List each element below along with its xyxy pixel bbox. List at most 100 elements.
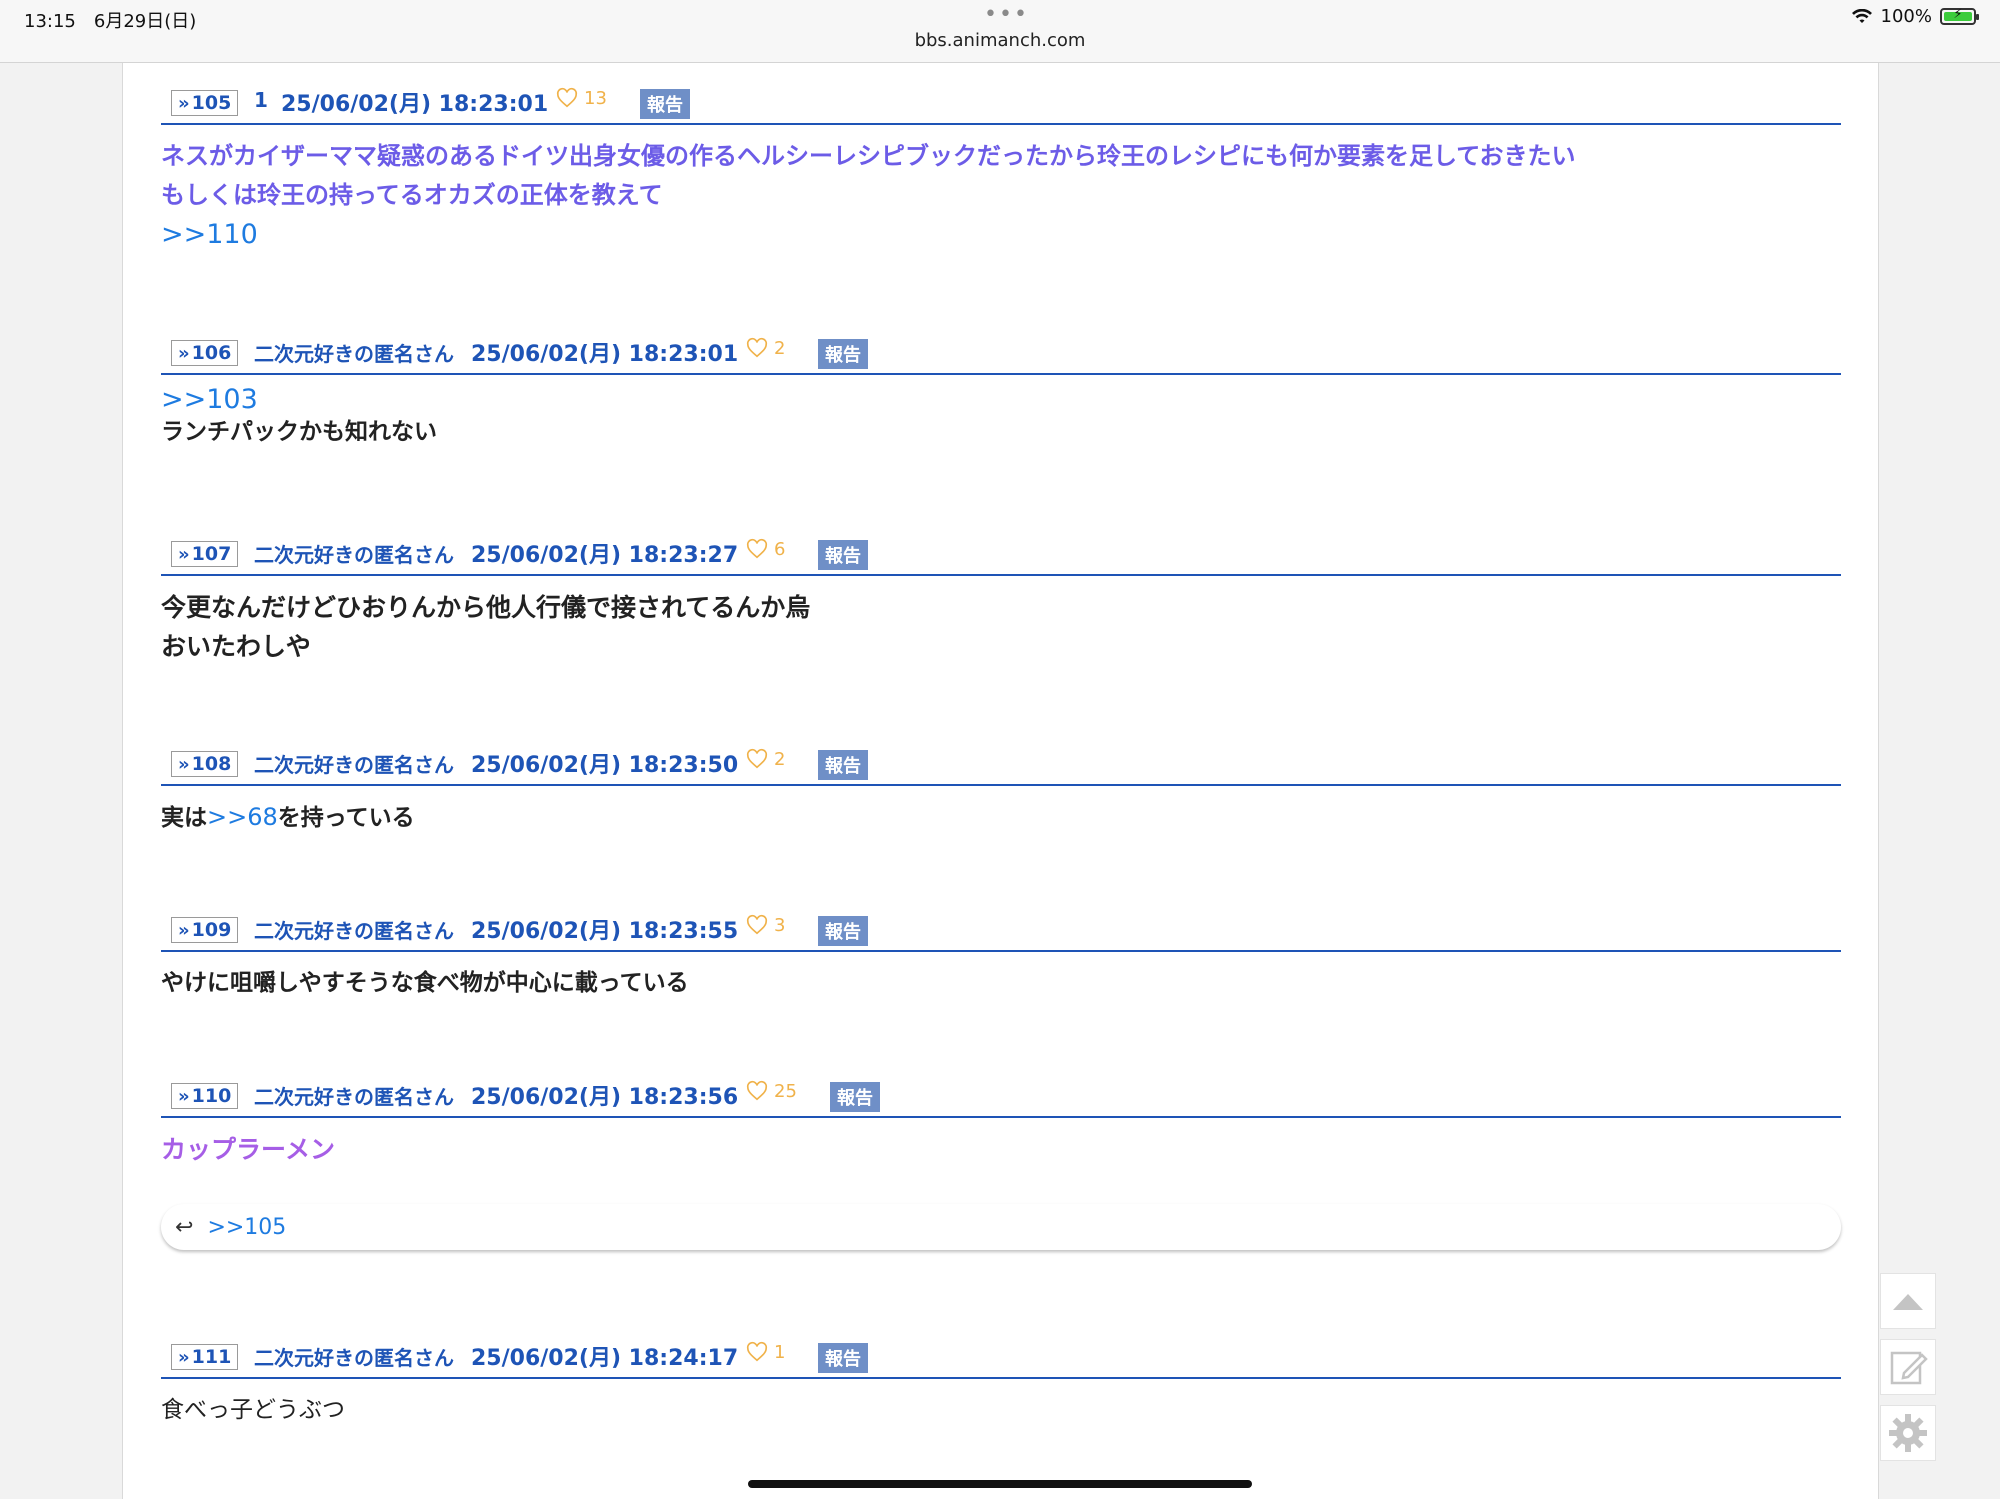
post-body: カップラーメン (161, 1118, 1841, 1169)
reply-chevron-icon: » (178, 342, 190, 364)
home-indicator[interactable] (748, 1480, 1252, 1488)
reply-chevron-icon: » (178, 753, 190, 775)
post-line: 食べっ子どうぶつ (161, 1397, 345, 1423)
post-108: » 108 二次元好きの匿名さん 25/06/02(月) 18:23:50 2 … (161, 736, 1841, 838)
post-number: 108 (191, 753, 232, 775)
report-button[interactable]: 報告 (818, 1343, 868, 1373)
poster-name: 1 (254, 88, 268, 112)
post-date: 25/06/02(月) 18:23:27 (471, 543, 739, 568)
like-count: 2 (774, 748, 786, 770)
post-number-button[interactable]: » 110 (171, 1083, 239, 1109)
report-button[interactable]: 報告 (818, 916, 868, 946)
post-106: » 106 二次元好きの匿名さん 25/06/02(月) 18:23:01 2 … (161, 325, 1841, 447)
post-number-button[interactable]: » 107 (171, 541, 239, 567)
reply-chevron-icon: » (178, 1085, 190, 1107)
reply-chevron-icon: » (178, 919, 190, 941)
reply-chevron-icon: » (178, 92, 190, 114)
post-number-button[interactable]: » 109 (171, 917, 239, 943)
post-number-button[interactable]: » 108 (171, 751, 239, 777)
post-line: 今更なんだけどひおりんから他人行儀で接されてるんか烏 (161, 593, 811, 622)
heart-icon (746, 748, 768, 769)
write-post-button[interactable] (1880, 1339, 1936, 1395)
post-105: » 105 1 25/06/02(月) 18:23:01 13 報告 ネスがカイ… (161, 75, 1841, 254)
post-body: 食べっ子どうぶつ (161, 1379, 1841, 1430)
post-date: 25/06/02(月) 18:24:17 (471, 1346, 739, 1371)
poster-name: 二次元好きの匿名さん (254, 1085, 454, 1109)
report-button[interactable]: 報告 (830, 1082, 880, 1112)
reply-ref-bar[interactable]: ↩ >>105 (161, 1204, 1841, 1250)
battery-percent: 100% (1880, 6, 1932, 27)
anchor-link[interactable]: >>103 (161, 383, 1841, 417)
status-right: 100% ⚡ (1851, 6, 1979, 27)
post-body: >>103 ランチパックかも知れない (161, 375, 1841, 447)
like-count: 6 (774, 538, 786, 560)
heart-icon (746, 1341, 768, 1362)
post-header: » 105 1 25/06/02(月) 18:23:01 13 報告 (161, 75, 1841, 125)
post-number-button[interactable]: » 106 (171, 340, 239, 366)
post-line: ランチパックかも知れない (161, 419, 437, 445)
like-button[interactable]: 25 (746, 1080, 797, 1102)
reply-ref-link[interactable]: >>105 (207, 1215, 286, 1240)
post-number-button[interactable]: » 111 (171, 1344, 239, 1370)
report-button[interactable]: 報告 (640, 89, 690, 119)
like-count: 25 (774, 1080, 797, 1102)
anchor-link[interactable]: >>68 (207, 803, 278, 831)
post-header: » 106 二次元好きの匿名さん 25/06/02(月) 18:23:01 2 … (161, 325, 1841, 375)
report-button[interactable]: 報告 (818, 540, 868, 570)
like-button[interactable]: 13 (556, 87, 607, 109)
post-line: やけに咀嚼しやすそうな食べ物が中心に載っている (161, 970, 689, 996)
report-button[interactable]: 報告 (818, 339, 868, 369)
heart-icon (746, 914, 768, 935)
poster-name: 二次元好きの匿名さん (254, 753, 454, 777)
post-number: 107 (191, 543, 232, 565)
status-bar: 13:15 6月29日(日) ••• bbs.animanch.com 100%… (0, 0, 2000, 63)
edit-icon (1890, 1351, 1928, 1385)
address-url[interactable]: bbs.animanch.com (0, 30, 2000, 51)
post-111: » 111 二次元好きの匿名さん 25/06/02(月) 18:24:17 1 … (161, 1329, 1841, 1430)
post-text: 実は (161, 805, 207, 831)
like-button[interactable]: 3 (746, 914, 785, 936)
post-number: 111 (191, 1346, 232, 1368)
post-header: » 111 二次元好きの匿名さん 25/06/02(月) 18:24:17 1 … (161, 1329, 1841, 1379)
like-button[interactable]: 2 (746, 748, 785, 770)
like-count: 2 (774, 337, 786, 359)
reply-chevron-icon: » (178, 543, 190, 565)
post-body: 今更なんだけどひおりんから他人行儀で接されてるんか烏 おいたわしや (161, 576, 1841, 666)
settings-button[interactable] (1880, 1405, 1936, 1461)
like-button[interactable]: 2 (746, 337, 785, 359)
report-button[interactable]: 報告 (818, 750, 868, 780)
post-number: 110 (191, 1085, 232, 1107)
post-date: 25/06/02(月) 18:23:01 (281, 92, 549, 117)
heart-icon (556, 87, 578, 108)
scroll-top-button[interactable] (1880, 1273, 1936, 1329)
battery-icon: ⚡ (1940, 7, 1979, 25)
post-109: » 109 二次元好きの匿名さん 25/06/02(月) 18:23:55 3 … (161, 902, 1841, 1003)
like-button[interactable]: 6 (746, 538, 785, 560)
like-button[interactable]: 1 (746, 1341, 785, 1363)
post-line: ネスがカイザーママ疑惑のあるドイツ出身女優の作るヘルシーレシピブックだったから玲… (161, 142, 1576, 170)
reply-chevron-icon: » (178, 1346, 190, 1368)
anchor-link[interactable]: >>110 (161, 215, 1841, 254)
thread-page: » 105 1 25/06/02(月) 18:23:01 13 報告 ネスがカイ… (122, 63, 1879, 1499)
heart-icon (746, 337, 768, 358)
like-count: 13 (584, 87, 607, 109)
post-line: カップラーメン (161, 1135, 336, 1164)
post-body: やけに咀嚼しやすそうな食べ物が中心に載っている (161, 952, 1841, 1003)
post-number: 106 (191, 342, 232, 364)
post-text: を持っている (277, 805, 415, 831)
post-header: » 107 二次元好きの匿名さん 25/06/02(月) 18:23:27 6 … (161, 526, 1841, 576)
poster-name: 二次元好きの匿名さん (254, 919, 454, 943)
post-body: ネスがカイザーママ疑惑のあるドイツ出身女優の作るヘルシーレシピブックだったから玲… (161, 125, 1841, 254)
post-number-button[interactable]: » 105 (171, 90, 239, 116)
post-date: 25/06/02(月) 18:23:56 (471, 1085, 739, 1110)
reply-arrow-icon: ↩ (175, 1214, 194, 1240)
post-number: 109 (191, 919, 232, 941)
more-dots-icon[interactable]: ••• (984, 2, 1029, 27)
post-107: » 107 二次元好きの匿名さん 25/06/02(月) 18:23:27 6 … (161, 526, 1841, 666)
post-header: » 109 二次元好きの匿名さん 25/06/02(月) 18:23:55 3 … (161, 902, 1841, 952)
post-date: 25/06/02(月) 18:23:55 (471, 919, 739, 944)
post-date: 25/06/02(月) 18:23:01 (471, 342, 739, 367)
like-count: 1 (774, 1341, 786, 1363)
like-count: 3 (774, 914, 786, 936)
post-line: おいたわしや (161, 632, 311, 661)
